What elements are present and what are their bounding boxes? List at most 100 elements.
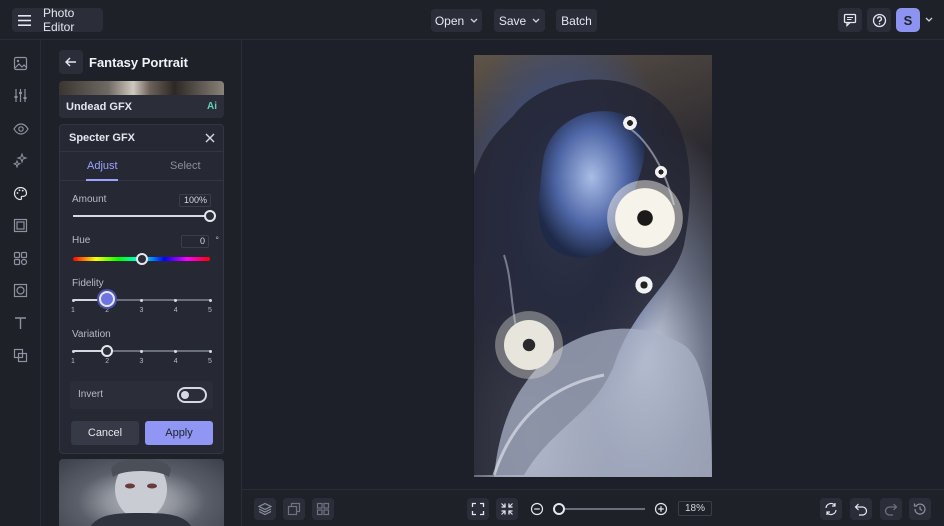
invert-label: Invert (78, 389, 104, 400)
layers-overlay-icon[interactable] (12, 347, 29, 364)
slider-step-label: 2 (105, 358, 110, 365)
duplicate-icon[interactable] (283, 498, 305, 520)
palette-artsy-icon[interactable] (12, 185, 29, 202)
invert-toggle[interactable] (177, 387, 207, 403)
eye-icon[interactable] (12, 120, 29, 137)
zoom-slider[interactable] (559, 508, 645, 510)
slider-step-dot (140, 349, 143, 353)
close-icon[interactable] (205, 130, 215, 143)
hue-label: Hue (72, 235, 91, 246)
hue-slider-handle[interactable] (135, 253, 148, 265)
batch-button[interactable]: Batch (556, 9, 597, 32)
hue-value[interactable]: 0 (181, 235, 209, 248)
open-button[interactable]: Open (431, 9, 482, 32)
frame-icon[interactable] (12, 217, 29, 234)
comment-icon[interactable] (838, 8, 862, 32)
undead-gfx-label: Undead GFX (66, 101, 133, 113)
slider-step-dot (71, 349, 75, 353)
text-icon[interactable] (12, 315, 29, 332)
undead-gfx-thumbnail (59, 81, 224, 95)
specter-gfx-settings: Specter GFX Adjust Select Amount 100% Hu… (59, 124, 224, 454)
small-flower (654, 165, 668, 179)
amount-value[interactable]: 100% (179, 194, 211, 207)
slider-step-label: 3 (139, 307, 144, 314)
zoom-slider-handle[interactable] (553, 503, 565, 515)
slider-step-label: 3 (139, 358, 144, 365)
active-tab-indicator (86, 179, 118, 181)
effect-title: Specter GFX (69, 132, 136, 144)
back-button[interactable] (59, 50, 83, 74)
canvas-area (242, 40, 944, 489)
ai-badge: Ai (207, 101, 217, 112)
slider-step-label: 5 (208, 307, 212, 314)
undead-gfx-card[interactable]: Undead GFX Ai (59, 81, 224, 118)
zoom-in-icon[interactable] (650, 498, 672, 520)
slider-step-dot (174, 349, 178, 353)
effects-panel: Fantasy Portrait Undead GFX Ai Specter G… (41, 40, 242, 526)
bottom-toolbar: 18% (242, 489, 944, 526)
chevron-down-icon (470, 18, 478, 23)
texture-overlay-icon[interactable] (12, 282, 29, 299)
small-flower (634, 275, 654, 295)
lower-daisy (494, 310, 564, 380)
save-button[interactable]: Save (494, 9, 545, 32)
left-tool-rail (0, 40, 41, 526)
chevron-down-icon (532, 18, 540, 23)
fidelity-label: Fidelity (72, 278, 104, 289)
slider-step-dot (208, 298, 212, 302)
app-menu-button[interactable]: Photo Editor (12, 6, 103, 34)
slider-step-label: 1 (71, 307, 75, 314)
tab-adjust[interactable]: Adjust (87, 160, 118, 172)
redo-icon[interactable] (880, 498, 902, 520)
cancel-button[interactable]: Cancel (71, 421, 139, 445)
grid-icon[interactable] (312, 498, 334, 520)
slider-step-label: 4 (173, 358, 178, 365)
amount-label: Amount (72, 194, 107, 205)
small-flower (622, 115, 638, 131)
hue-unit: ° (215, 235, 219, 245)
zoom-value[interactable]: 18% (678, 501, 712, 516)
next-effect-thumbnail[interactable] (59, 459, 224, 526)
amount-slider-handle[interactable] (204, 210, 216, 222)
slider-step-dot (208, 349, 212, 353)
edited-photo[interactable] (474, 55, 712, 477)
app-title: Photo Editor (43, 6, 75, 34)
apply-button[interactable]: Apply (145, 421, 213, 445)
variation-slider-handle[interactable] (101, 345, 114, 357)
fit-to-screen-icon[interactable] (467, 498, 489, 520)
slider-step-label: 4 (173, 307, 178, 314)
fidelity-slider-handle[interactable] (99, 291, 116, 307)
slider-step-dot (174, 298, 178, 302)
invert-toggle-knob (181, 391, 189, 399)
image-icon[interactable] (12, 55, 29, 72)
slider-step-label: 2 (105, 307, 110, 314)
amount-slider[interactable] (73, 215, 210, 217)
adjust-sliders-icon[interactable] (12, 87, 29, 104)
layers-icon[interactable] (254, 498, 276, 520)
arrow-left-icon (65, 57, 77, 67)
actual-size-icon[interactable] (496, 498, 518, 520)
effect-tabs: Adjust Select (60, 151, 223, 181)
slider-step-label: 5 (208, 358, 212, 365)
sparkle-effects-icon[interactable] (12, 152, 29, 169)
batch-label: Batch (561, 13, 592, 28)
replace-image-icon[interactable] (820, 498, 842, 520)
save-label: Save (498, 13, 527, 28)
tab-select[interactable]: Select (170, 160, 201, 172)
help-icon[interactable] (867, 8, 891, 32)
slider-step-dot (71, 298, 75, 302)
large-daisy (607, 180, 683, 256)
invert-row: Invert (70, 381, 213, 409)
variation-label: Variation (72, 329, 111, 340)
open-label: Open (434, 13, 465, 28)
undo-icon[interactable] (850, 498, 872, 520)
slider-step-dot (140, 298, 143, 302)
account-chevron-down-icon[interactable] (925, 17, 933, 22)
shapes-graphics-icon[interactable] (12, 250, 29, 267)
avatar[interactable]: S (896, 8, 920, 32)
amount-slider-fill (73, 215, 210, 217)
zoom-out-icon[interactable] (526, 498, 548, 520)
panel-title: Fantasy Portrait (89, 55, 188, 70)
top-bar: Photo Editor Open Save Batch S (0, 0, 944, 40)
history-icon[interactable] (909, 498, 931, 520)
